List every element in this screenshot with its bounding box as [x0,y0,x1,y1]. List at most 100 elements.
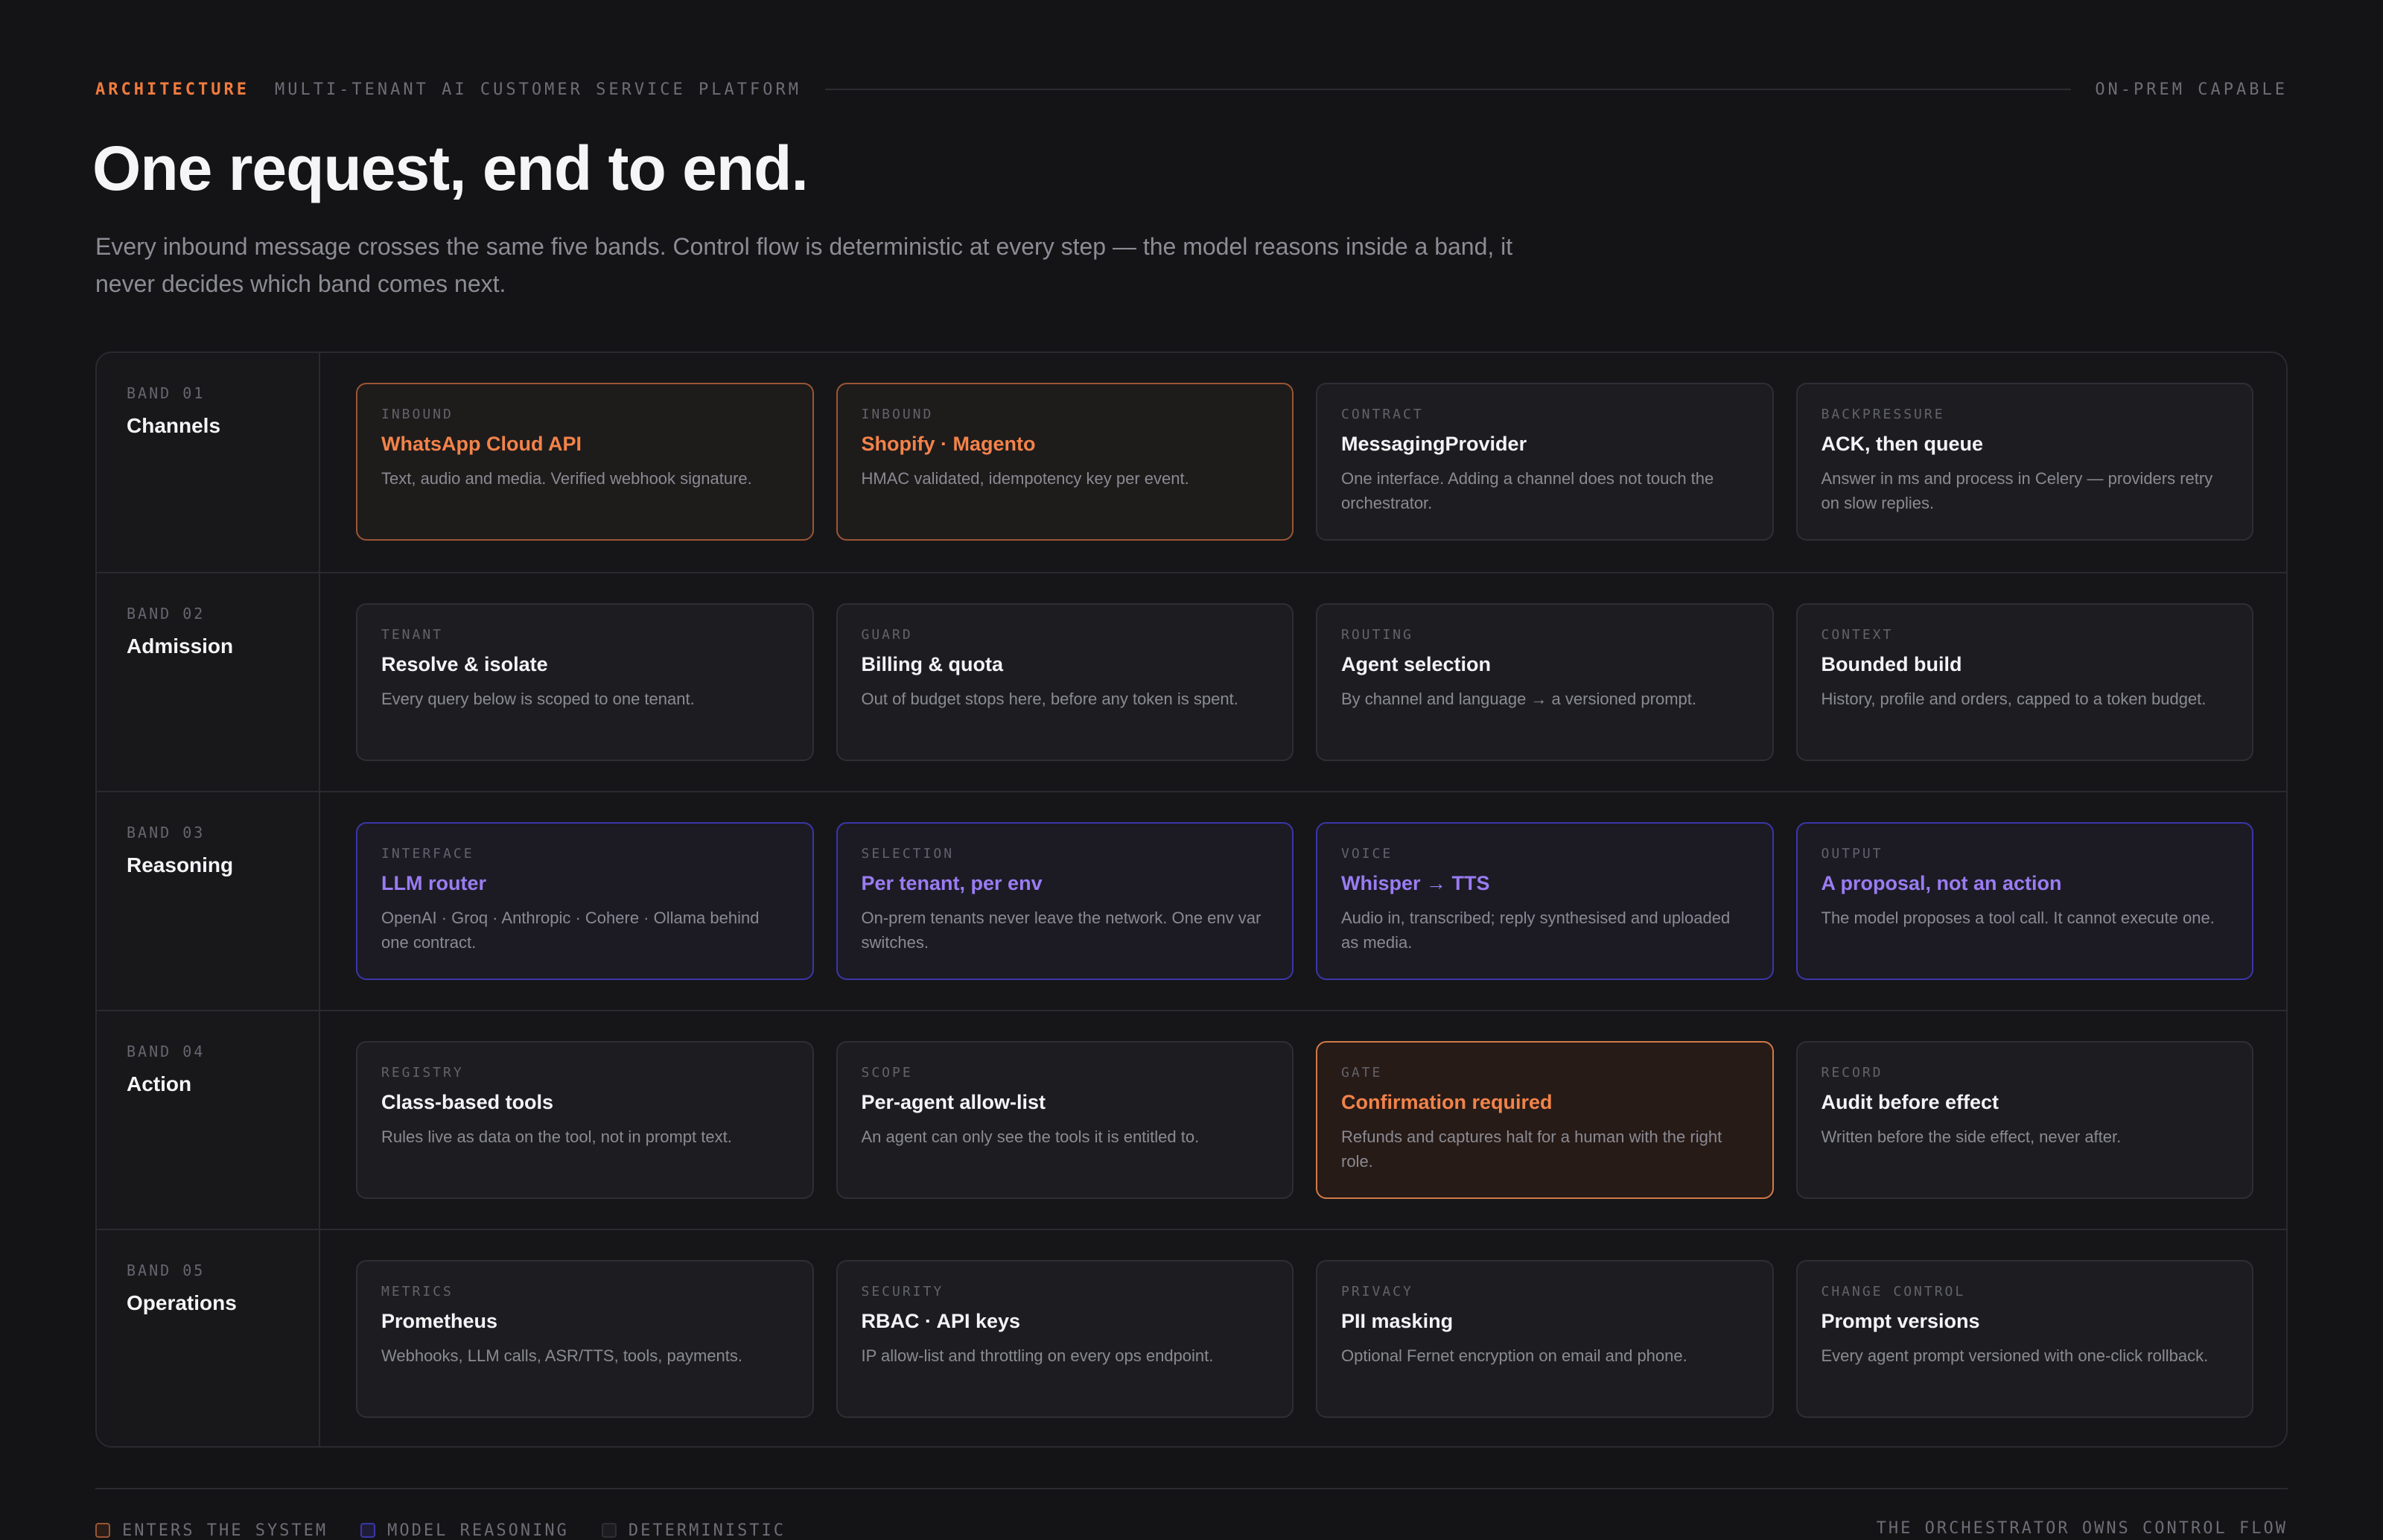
card-tag: REGISTRY [381,1065,464,1081]
card-description: Rules live as data on the tool, not in p… [381,1127,732,1146]
legend-item: MODEL REASONING [360,1521,569,1540]
card-description: History, profile and orders, capped to a… [1821,690,2207,708]
card-description: OpenAI · Groq · Anthropic · Cohere · Oll… [381,909,760,952]
card-tag: INBOUND [861,407,934,422]
card-description: Written before the side effect, never af… [1821,1127,2122,1146]
card-tag: OUTPUT [1821,846,1883,862]
band-number: BAND 04 [127,1043,206,1060]
band-number: BAND 01 [127,384,206,402]
card-description: Out of budget stops here, before any tok… [861,690,1238,708]
card-description: Every agent prompt versioned with one-cl… [1821,1346,2209,1365]
band-label: BAND 04 Action [97,1011,320,1229]
card-description: IP allow-list and throttling on every op… [861,1346,1214,1365]
card-title: Class-based tools [381,1091,554,1113]
header-divider [825,89,2072,90]
band-name: Action [127,1072,192,1095]
card-description: Audio in, transcribed; reply synthesised… [1341,909,1731,952]
card-title: WhatsApp Cloud API [381,433,582,455]
component-card: CHANGE CONTROL Prompt versions Every agent… [1795,1260,2253,1418]
legend-swatch [360,1523,376,1538]
band-number: BAND 02 [127,605,206,623]
card-description: One interface. Adding a channel does not… [1341,469,1714,512]
card-title: Per-agent allow-list [861,1091,1046,1113]
component-card: ROUTING Agent selection By channel and lan… [1316,603,1774,761]
card-title: Confirmation required [1341,1091,1553,1113]
band-label: BAND 01 Channels [97,353,320,572]
band-row: BAND 05 Operations METRICS Prometheus Webhoo… [97,1229,2286,1446]
card-description: On-prem tenants never leave the network.… [861,909,1262,952]
card-title: PII masking [1341,1310,1454,1332]
card-title: Per tenant, per env [861,872,1043,894]
component-card: INTERFACE LLM router OpenAI · Groq · Anthr… [356,822,814,980]
card-description: The model proposes a tool call. It canno… [1821,909,2215,927]
component-card: INBOUND Shopify · Magento HMAC validated, … [836,383,1294,541]
card-description: An agent can only see the tools it is en… [861,1127,1200,1146]
band-row: BAND 02 Admission TENANT Resolve & isolate E… [97,572,2286,791]
legend-label: MODEL REASONING [387,1521,569,1540]
component-card: TENANT Resolve & isolate Every query below… [356,603,814,761]
card-tag: METRICS [381,1284,454,1299]
legend: ENTERS THE SYSTEM MODEL REASONING DETERMIN… [95,1519,818,1540]
card-title: A proposal, not an action [1821,872,2062,894]
legend-label: DETERMINISTIC [628,1521,786,1540]
card-title: Bounded build [1821,653,1962,675]
card-description: By channel and language → a versioned pr… [1341,690,1696,708]
card-title: Whisper → TTS [1341,872,1490,894]
card-description: Webhooks, LLM calls, ASR/TTS, tools, pay… [381,1346,743,1365]
card-description: Answer in ms and process in Celery — pro… [1821,469,2213,512]
component-card: SELECTION Per tenant, per env On-prem tena… [836,822,1294,980]
band-row: BAND 03 Reasoning INTERFACE LLM router OpenA… [97,791,2286,1010]
band-cards: INTERFACE LLM router OpenAI · Groq · Anthr… [356,822,2253,980]
card-tag: GUARD [861,627,913,643]
card-tag: INBOUND [381,407,454,422]
card-title: Shopify · Magento [861,433,1036,455]
band-cards: TENANT Resolve & isolate Every query below… [356,603,2253,761]
component-card: REGISTRY Class-based tools Rules live as d… [356,1041,814,1199]
component-card: SCOPE Per-agent allow-list An agent can on… [836,1041,1294,1199]
legend-item: ENTERS THE SYSTEM [95,1521,328,1540]
band-name: Operations [127,1291,237,1314]
component-card: CONTEXT Bounded build History, profile and… [1795,603,2253,761]
band-label: BAND 02 Admission [97,573,320,791]
card-tag: CHANGE CONTROL [1821,1284,1966,1299]
card-tag: VOICE [1341,846,1393,862]
card-title: Resolve & isolate [381,653,548,675]
page-lede: Every inbound message crosses the same f… [95,233,1513,297]
card-title: Prompt versions [1821,1310,1980,1332]
card-tag: ROUTING [1341,627,1413,643]
card-tag: CONTRACT [1341,407,1424,422]
footer-divider [95,1488,2288,1489]
component-card: OUTPUT A proposal, not an action The model… [1795,822,2253,980]
eyebrow-label: ARCHITECTURE [95,80,249,99]
band-cards: REGISTRY Class-based tools Rules live as d… [356,1041,2253,1199]
band-number: BAND 03 [127,824,206,841]
component-card: PRIVACY PII masking Optional Fernet encryp… [1316,1260,1774,1418]
band-row: BAND 04 Action REGISTRY Class-based tools Ru… [97,1010,2286,1229]
band-name: Reasoning [127,853,234,876]
component-card: RECORD Audit before effect Written before … [1795,1041,2253,1199]
legend-swatch [601,1523,617,1538]
legend-label: ENTERS THE SYSTEM [122,1521,328,1540]
legend-swatch [95,1523,110,1538]
card-title: LLM router [381,872,486,894]
component-card: CONTRACT MessagingProvider One interface. … [1316,383,1774,541]
band-name: Channels [127,414,221,437]
card-description: Every query below is scoped to one tenan… [381,690,695,708]
band-cards: INBOUND WhatsApp Cloud API Text, audio and… [356,383,2253,541]
footer-note: THE ORCHESTRATOR OWNS CONTROL FLOW [1876,1519,2288,1538]
card-title: Billing & quota [861,653,1003,675]
component-card: BACKPRESSURE ACK, then queue Answer in ms … [1795,383,2253,541]
component-card: INBOUND WhatsApp Cloud API Text, audio and… [356,383,814,541]
band-cards: METRICS Prometheus Webhooks, LLM calls, AS… [356,1260,2253,1418]
component-card: VOICE Whisper → TTS Audio in, transcribed;… [1316,822,1774,980]
component-card: GUARD Billing & quota Out of budget stops … [836,603,1294,761]
card-tag: PRIVACY [1341,1284,1413,1299]
card-title: ACK, then queue [1821,433,1984,455]
card-description: Optional Fernet encryption on email and … [1341,1346,1687,1365]
card-tag: INTERFACE [381,846,474,862]
card-tag: TENANT [381,627,444,643]
card-tag: RECORD [1821,1065,1883,1081]
card-tag: SCOPE [861,1065,913,1081]
card-tag: CONTEXT [1821,627,1894,643]
card-description: Refunds and captures halt for a human wi… [1341,1127,1722,1171]
